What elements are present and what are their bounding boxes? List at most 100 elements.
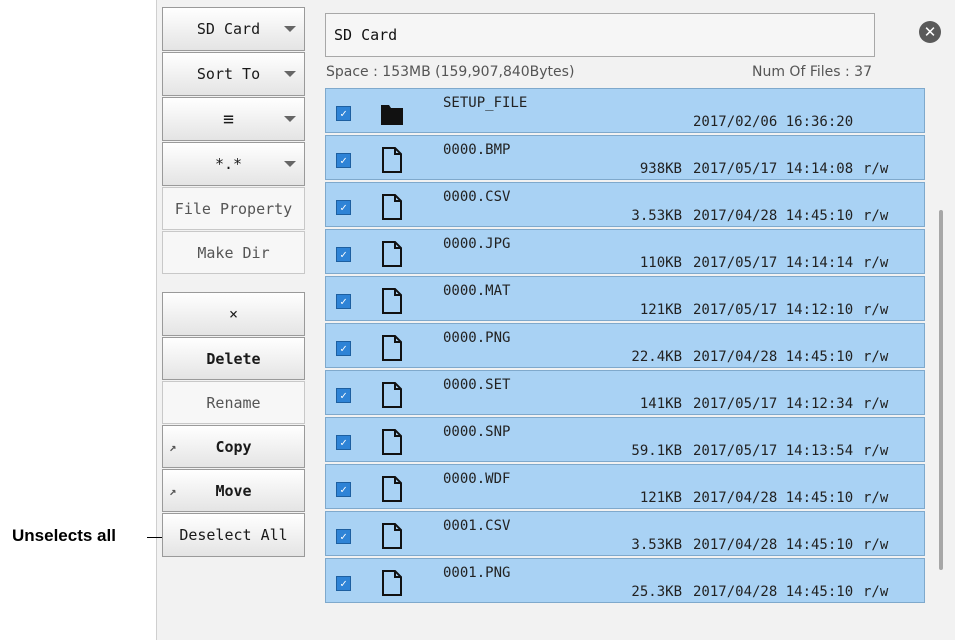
file-count: Num Of Files : 37 xyxy=(752,64,872,80)
file-date: 2017/04/28 14:45:10 xyxy=(693,349,854,365)
file-checkbox[interactable]: ✓ xyxy=(336,482,351,497)
file-row[interactable]: ✓ 0000.CSV 3.53KB 2017/04/28 14:45:10 r/w xyxy=(325,182,925,227)
file-date: 2017/05/17 14:12:10 xyxy=(693,302,854,318)
drive-select-label: SD Card xyxy=(196,20,261,38)
file-name: SETUP_FILE xyxy=(443,95,528,111)
file-date: 2017/04/28 14:45:10 xyxy=(693,208,854,224)
file-attr: r/w xyxy=(863,443,889,459)
callout-label: Unselects all xyxy=(12,526,116,545)
file-row[interactable]: ✓ 0000.JPG 110KB 2017/05/17 14:14:14 r/w xyxy=(325,229,925,274)
delete-button[interactable]: Delete xyxy=(162,337,305,380)
chevron-down-icon xyxy=(284,161,296,167)
file-row[interactable]: ✓ 0000.SET 141KB 2017/05/17 14:12:34 r/w xyxy=(325,370,925,415)
file-icon xyxy=(382,570,402,596)
move-button[interactable]: ↗ Move xyxy=(162,469,305,512)
file-attr: r/w xyxy=(863,349,889,365)
filter-button[interactable]: *.* xyxy=(162,142,305,186)
current-path-text: SD Card xyxy=(334,26,398,44)
file-icon xyxy=(382,147,402,173)
file-checkbox[interactable]: ✓ xyxy=(336,247,351,262)
file-icon xyxy=(382,288,402,314)
make-dir-button[interactable]: Make Dir xyxy=(162,231,305,274)
space-info: Space : 153MB (159,907,840Bytes) xyxy=(326,64,575,80)
copy-button[interactable]: ↗ Copy xyxy=(162,425,305,468)
file-name: 0000.CSV xyxy=(443,189,511,205)
file-attr: r/w xyxy=(863,537,889,553)
clear-button[interactable]: × xyxy=(162,292,305,336)
file-name: 0000.SNP xyxy=(443,424,511,440)
file-row[interactable]: ✓ 0000.SNP 59.1KB 2017/05/17 14:13:54 r/w xyxy=(325,417,925,462)
file-attr: r/w xyxy=(863,302,889,318)
scrollbar-thumb[interactable] xyxy=(939,210,943,570)
file-checkbox[interactable]: ✓ xyxy=(336,153,351,168)
chevron-down-icon xyxy=(284,116,296,122)
folder-icon xyxy=(381,105,403,125)
file-icon xyxy=(382,523,402,549)
file-name: 0000.JPG xyxy=(443,236,511,252)
clear-label: × xyxy=(228,305,239,323)
file-checkbox[interactable]: ✓ xyxy=(336,529,351,544)
file-checkbox[interactable]: ✓ xyxy=(336,341,351,356)
file-name: 0000.WDF xyxy=(443,471,511,487)
list-icon: ≡ xyxy=(223,108,234,130)
file-row[interactable]: ✓ 0000.BMP 938KB 2017/05/17 14:14:08 r/w xyxy=(325,135,925,180)
file-row[interactable]: ✓ SETUP_FILE 2017/02/06 16:36:20 xyxy=(325,88,925,133)
file-name: 0000.SET xyxy=(443,377,511,393)
deselect-all-button[interactable]: Deselect All xyxy=(162,513,305,557)
file-icon xyxy=(382,429,402,455)
file-size: 59.1KB xyxy=(631,443,682,459)
file-row[interactable]: ✓ 0000.PNG 22.4KB 2017/04/28 14:45:10 r/w xyxy=(325,323,925,368)
view-mode-button[interactable]: ≡ xyxy=(162,97,305,141)
close-icon[interactable]: ✕ xyxy=(919,21,941,43)
file-attr: r/w xyxy=(863,161,889,177)
file-row[interactable]: ✓ 0001.CSV 3.53KB 2017/04/28 14:45:10 r/w xyxy=(325,511,925,556)
file-list: ✓ SETUP_FILE 2017/02/06 16:36:20 ✓ 0000.BMP 9… xyxy=(325,88,925,605)
external-link-icon: ↗ xyxy=(169,439,177,454)
sort-to-button[interactable]: Sort To xyxy=(162,52,305,96)
file-checkbox[interactable]: ✓ xyxy=(336,388,351,403)
file-date: 2017/05/17 14:13:54 xyxy=(693,443,854,459)
filter-label: *.* xyxy=(214,155,243,173)
file-size: 22.4KB xyxy=(631,349,682,365)
rename-label: Rename xyxy=(206,393,261,412)
file-name: 0000.PNG xyxy=(443,330,511,346)
rename-button[interactable]: Rename xyxy=(162,381,305,424)
file-name: 0000.MAT xyxy=(443,283,511,299)
file-icon xyxy=(382,476,402,502)
chevron-down-icon xyxy=(284,71,296,77)
file-property-button[interactable]: File Property xyxy=(162,187,305,230)
file-checkbox[interactable]: ✓ xyxy=(336,576,351,591)
file-checkbox[interactable]: ✓ xyxy=(336,294,351,309)
file-date: 2017/04/28 14:45:10 xyxy=(693,584,854,600)
file-size: 121KB xyxy=(639,490,682,506)
file-date: 2017/04/28 14:45:10 xyxy=(693,490,854,506)
file-row[interactable]: ✓ 0000.WDF 121KB 2017/04/28 14:45:10 r/w xyxy=(325,464,925,509)
file-attr: r/w xyxy=(863,208,889,224)
file-size: 25.3KB xyxy=(631,584,682,600)
file-attr: r/w xyxy=(863,490,889,506)
file-attr: r/w xyxy=(863,396,889,412)
deselect-all-label: Deselect All xyxy=(179,526,288,544)
file-size: 3.53KB xyxy=(631,208,682,224)
file-icon xyxy=(382,194,402,220)
drive-select-button[interactable]: SD Card xyxy=(162,7,305,51)
file-date: 2017/05/17 14:14:08 xyxy=(693,161,854,177)
current-path-field[interactable]: SD Card xyxy=(325,13,875,57)
file-date: 2017/02/06 16:36:20 xyxy=(693,114,854,130)
file-attr: r/w xyxy=(863,255,889,271)
make-dir-label: Make Dir xyxy=(197,243,270,262)
file-name: 0000.BMP xyxy=(443,142,511,158)
file-icon xyxy=(382,382,402,408)
file-checkbox[interactable]: ✓ xyxy=(336,106,351,121)
file-size: 121KB xyxy=(639,302,682,318)
file-size: 3.53KB xyxy=(631,537,682,553)
file-row[interactable]: ✓ 0000.MAT 121KB 2017/05/17 14:12:10 r/w xyxy=(325,276,925,321)
file-size: 110KB xyxy=(639,255,682,271)
external-link-icon: ↗ xyxy=(169,483,177,498)
file-row[interactable]: ✓ 0001.PNG 25.3KB 2017/04/28 14:45:10 r/w xyxy=(325,558,925,603)
file-attr: r/w xyxy=(863,584,889,600)
chevron-down-icon xyxy=(284,26,296,32)
file-checkbox[interactable]: ✓ xyxy=(336,435,351,450)
delete-label: Delete xyxy=(206,349,261,368)
file-checkbox[interactable]: ✓ xyxy=(336,200,351,215)
